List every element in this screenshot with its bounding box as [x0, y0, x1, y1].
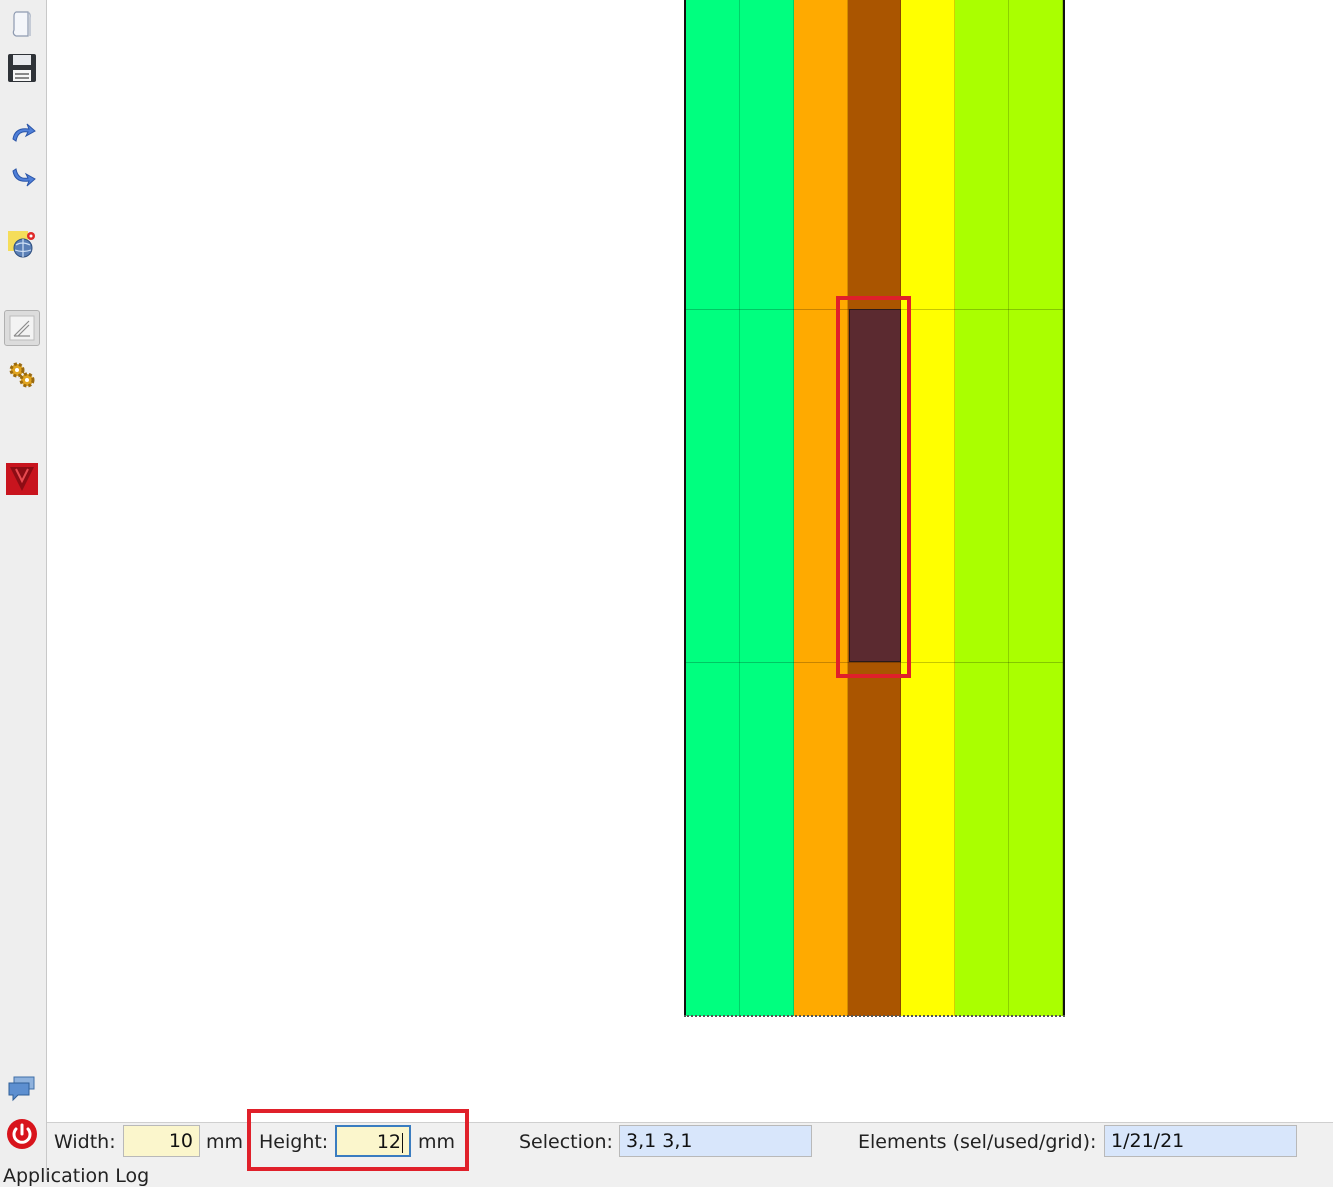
draw-tool-button[interactable]	[4, 310, 40, 346]
map-location-icon	[8, 231, 35, 258]
selection-highlight-box	[836, 296, 911, 678]
grid-bottom-edge	[684, 1014, 1065, 1017]
left-toolbar	[0, 0, 47, 1180]
undo-icon	[12, 123, 36, 142]
grid-column-5[interactable]	[955, 0, 1010, 1016]
power-icon	[7, 1119, 37, 1149]
width-label: Width:	[54, 1131, 116, 1153]
selection-label: Selection:	[519, 1131, 613, 1153]
new-icon	[12, 11, 31, 37]
grid-column-6[interactable]	[1009, 0, 1063, 1016]
undo-button[interactable]	[4, 114, 40, 150]
height-highlight-box	[247, 1109, 469, 1171]
map-location-button[interactable]	[4, 225, 40, 261]
logo-button[interactable]	[4, 461, 40, 497]
save-icon	[8, 54, 36, 82]
redo-icon	[12, 168, 36, 187]
grid-column-1[interactable]	[739, 0, 794, 1016]
save-button[interactable]	[4, 50, 40, 86]
draw-tool-icon	[9, 315, 35, 341]
chat-icon	[8, 1076, 35, 1102]
elements-label: Elements (sel/used/grid):	[858, 1131, 1097, 1153]
red-logo-icon	[6, 463, 38, 495]
width-field[interactable]: 10	[123, 1125, 200, 1157]
width-unit: mm	[206, 1131, 244, 1153]
settings-gears-icon	[9, 362, 35, 388]
chat-button[interactable]	[4, 1070, 40, 1106]
new-file-button[interactable]	[4, 6, 40, 42]
power-button[interactable]	[4, 1116, 40, 1152]
selection-field[interactable]: 3,1 3,1	[619, 1125, 812, 1157]
elements-field[interactable]: 1/21/21	[1104, 1125, 1297, 1157]
settings-button[interactable]	[4, 357, 40, 393]
grid-column-0[interactable]	[686, 0, 740, 1016]
redo-button[interactable]	[4, 160, 40, 196]
application-log-title: Application Log	[3, 1165, 150, 1187]
